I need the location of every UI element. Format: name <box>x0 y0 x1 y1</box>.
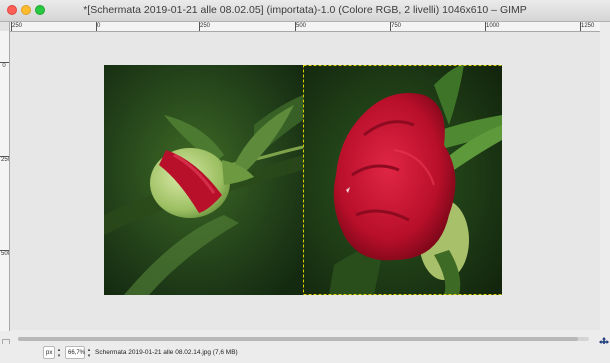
image-canvas[interactable] <box>10 32 600 330</box>
status-bar: px ▴ ▾ 66,7% ▴ ▾ Schermata 2019-01-21 alle… <box>0 344 610 363</box>
ruler-label: 250 <box>12 23 23 29</box>
zoom-select[interactable]: 66,7% <box>65 346 85 359</box>
horizontal-ruler[interactable]: 250 0 250 500 750 1000 1250 <box>10 22 600 32</box>
ruler-label: 0 <box>97 23 101 29</box>
image-layers[interactable] <box>104 65 502 295</box>
unit-select[interactable]: px <box>43 346 55 359</box>
navigate-button[interactable] <box>599 334 609 347</box>
ruler-label: 250 <box>200 23 211 29</box>
right-bloom-layer <box>303 65 502 295</box>
vertical-ruler[interactable]: 0 250 500 <box>0 31 10 331</box>
left-bud-layer <box>104 65 304 295</box>
window-titlebar: *[Schermata 2019-01-21 alle 08.02.05] (i… <box>0 0 610 22</box>
ruler-label: 0 <box>2 63 6 69</box>
ruler-label: 500 <box>296 23 307 29</box>
window-title: *[Schermata 2019-01-21 alle 08.02.05] (i… <box>83 4 527 16</box>
scrollbar-thumb[interactable] <box>18 337 578 341</box>
ruler-label: 250 <box>1 157 9 163</box>
quick-mask-toggle[interactable] <box>2 334 10 347</box>
status-file-info: Schermata 2019-01-21 alle 08.02.14.jpg (… <box>95 349 238 356</box>
ruler-label: 500 <box>1 251 9 257</box>
ruler-label: 1000 <box>486 23 500 29</box>
ruler-label: 1250 <box>581 23 595 29</box>
horizontal-scrollbar[interactable] <box>10 335 593 342</box>
zoom-select-arrows[interactable]: ▴ ▾ <box>86 347 92 359</box>
unit-select-arrows[interactable]: ▴ ▾ <box>56 347 62 359</box>
ruler-label: 750 <box>391 23 402 29</box>
